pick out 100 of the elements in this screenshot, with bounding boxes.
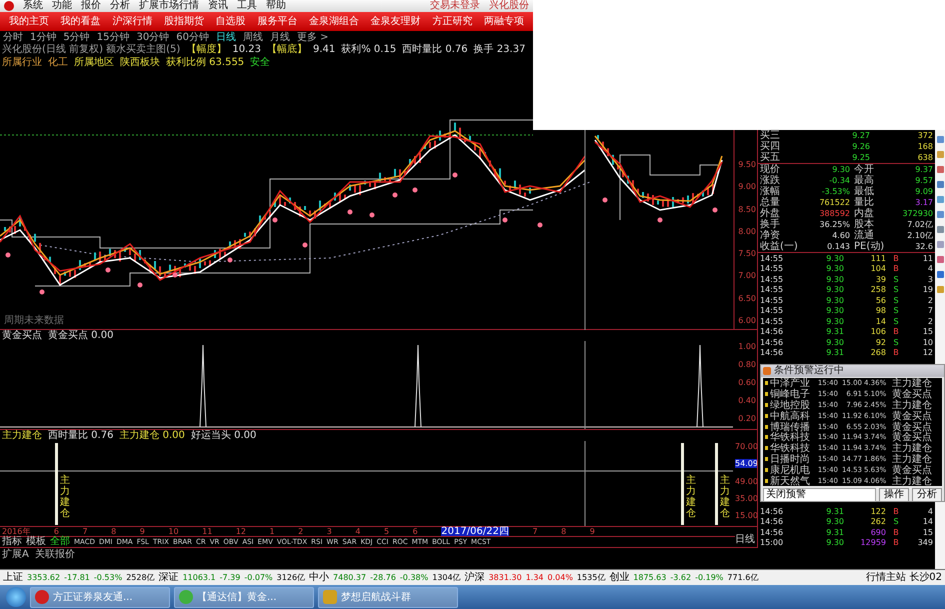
quote-value: 7.02亿 <box>906 219 933 230</box>
index-value: 3353.62 <box>27 573 60 582</box>
nav-tab[interactable]: 服务平台 <box>254 12 300 31</box>
quote-value: 9.30 <box>831 165 851 174</box>
tick-price: 9.31 <box>825 506 844 516</box>
index-name: 上证 <box>3 570 23 584</box>
tick-price: 9.31 <box>825 348 844 358</box>
quote-label: 净资 <box>760 230 781 241</box>
menu-item[interactable]: 分析 <box>110 0 130 12</box>
tick-volume: 14 <box>874 316 886 326</box>
tick-time: 14:56 <box>760 506 784 516</box>
tick-volume: 104 <box>870 264 886 274</box>
square-icon[interactable] <box>936 241 944 248</box>
bullet-icon <box>765 414 768 418</box>
window-button[interactable]: 操作 <box>879 488 909 502</box>
period-tab[interactable]: 日线 <box>216 32 236 43</box>
period-tab[interactable]: 5分钟 <box>63 32 90 43</box>
square-icon[interactable] <box>936 196 944 203</box>
tick-side: B <box>892 538 900 548</box>
square-icon[interactable] <box>936 286 944 293</box>
square-icon[interactable] <box>936 181 944 188</box>
square-icon[interactable] <box>936 151 944 158</box>
period-label: 日线 <box>735 534 755 545</box>
alert-signal: 主力建仓 <box>892 442 932 454</box>
tick-time: 14:56 <box>760 517 784 526</box>
axis-label: 0.40 <box>737 396 757 405</box>
tick-count: 4 <box>926 506 933 516</box>
period-tab[interactable]: 分时 <box>3 32 23 43</box>
nav-tab[interactable]: 股指期货 <box>160 12 207 31</box>
tick-side: S <box>892 285 900 294</box>
axis-label: 8.50 <box>737 204 757 214</box>
window-title: 条件预警运行中 <box>774 365 844 377</box>
window-button[interactable]: 分析 <box>912 488 942 502</box>
axis-label: 9.50 <box>737 160 757 169</box>
quote-price: 9.26 <box>851 142 870 151</box>
signal-marker <box>502 218 508 222</box>
nav-tab[interactable]: 我的看盘 <box>58 12 104 31</box>
square-icon[interactable] <box>936 271 944 278</box>
nav-tab[interactable]: 沪深行情 <box>109 12 156 31</box>
square-icon[interactable] <box>936 211 944 218</box>
tick-volume: 12959 <box>860 538 886 548</box>
tick-count: 2 <box>926 316 933 326</box>
period-tab[interactable]: 周线 <box>242 32 263 43</box>
tick-price: 9.30 <box>825 296 844 305</box>
square-icon[interactable] <box>936 226 944 233</box>
indicator-tab[interactable]: 指标 <box>2 537 22 547</box>
square-icon[interactable] <box>936 256 944 263</box>
axis-label: 9.00 <box>737 182 757 192</box>
period-tab[interactable]: 更多 > <box>296 32 329 43</box>
index-name: 深证 <box>158 570 179 584</box>
square-icon[interactable] <box>936 166 944 173</box>
period-tab[interactable]: 1分钟 <box>30 32 56 43</box>
tick-side: B <box>892 264 900 274</box>
tick-volume: 258 <box>870 285 886 294</box>
date-label: 10 <box>168 527 179 536</box>
period-tab[interactable]: 60分钟 <box>176 32 209 43</box>
nav-tab[interactable]: 两融专项 <box>480 12 527 31</box>
menu-item[interactable]: 报价 <box>81 0 101 12</box>
quote-label: 换手 <box>760 219 781 230</box>
square-icon[interactable] <box>936 136 944 143</box>
menu-item[interactable]: 资讯 <box>208 0 228 12</box>
tick-side: S <box>892 296 900 305</box>
stock-name[interactable]: 中泽产业 <box>770 376 814 390</box>
axis-label: 6.50 <box>737 294 757 303</box>
menu-item[interactable]: 工具 <box>237 0 257 12</box>
date-label: 8 <box>561 527 566 536</box>
nav-tab[interactable]: 金泉湖组合 <box>306 12 362 31</box>
chart-note: 周期未来数据 <box>4 314 64 327</box>
nav-tab[interactable]: 自选股 <box>212 12 249 31</box>
alert-signal: 黄金买点 <box>892 388 932 400</box>
tick-side: S <box>892 316 900 326</box>
nav-tab[interactable]: 金泉友理财 <box>368 12 424 31</box>
quote-value: -0.34 <box>828 176 851 185</box>
period-tab[interactable]: 月线 <box>270 32 290 43</box>
info-text: 西时量比 0.76 <box>402 44 468 56</box>
indicator-tab[interactable]: 模板 <box>26 537 46 547</box>
extension-tab[interactable]: 关联报价 <box>34 549 75 560</box>
period-tab[interactable]: 15分钟 <box>96 32 130 43</box>
nav-tab[interactable]: 方正研究 <box>429 12 476 31</box>
quote-label: 今开 <box>854 164 875 175</box>
tick-side: B <box>892 327 900 336</box>
alert-signal: 黄金买点 <box>892 432 932 444</box>
extension-tab[interactable]: 扩展A <box>2 549 29 560</box>
index-amount: 3126亿 <box>276 572 306 583</box>
cursor-readout: 54.09 <box>735 459 757 468</box>
quote-label: 买三 <box>760 130 781 141</box>
tick-side: B <box>892 348 900 358</box>
period-tab[interactable]: 30分钟 <box>136 32 170 43</box>
tick-side: B <box>892 254 900 263</box>
bullet-icon <box>765 424 768 429</box>
signal-marker <box>172 272 178 278</box>
indicator-tab[interactable]: 全部 <box>50 537 70 547</box>
menu-link[interactable]: 兴化股份 <box>489 0 529 12</box>
input-field[interactable]: 关闭预警 <box>763 488 876 502</box>
quote-label: 最高 <box>854 175 875 186</box>
bullet-icon <box>765 381 768 386</box>
nav-tab[interactable]: 我的主页 <box>6 12 52 31</box>
start-button[interactable] <box>6 587 26 607</box>
menu-item[interactable]: 功能 <box>52 0 72 12</box>
menu-item[interactable]: 帮助 <box>266 0 286 12</box>
